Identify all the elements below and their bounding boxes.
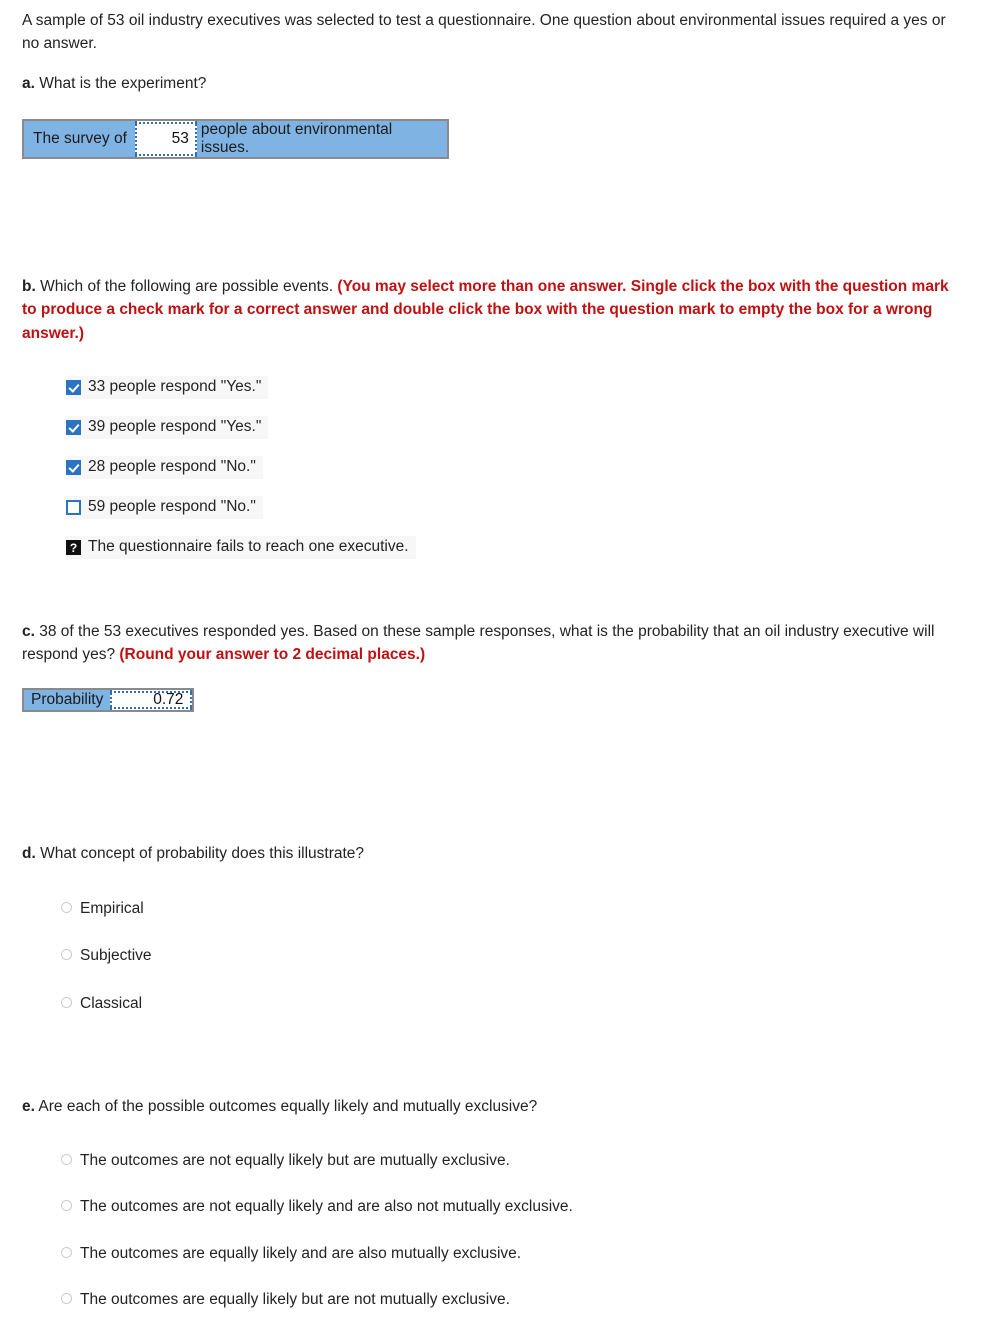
part-a-label: a. [22, 75, 35, 92]
radio-label: The outcomes are not equally likely but … [80, 1152, 510, 1169]
part-d-option-list: Empirical Subjective Classical [61, 898, 152, 1040]
radio-button-icon[interactable] [61, 996, 72, 1008]
part-b-label: b. [22, 278, 36, 295]
checkbox-row[interactable]: ? The questionnaire fails to reach one e… [66, 536, 416, 559]
checkbox-row[interactable]: 33 people respond "Yes." [66, 376, 269, 399]
radio-label: The outcomes are not equally likely and … [80, 1198, 573, 1216]
radio-label: The outcomes are equally likely and are … [80, 1244, 522, 1262]
radio-button-icon[interactable] [61, 1293, 72, 1305]
radio-label: Subjective [80, 947, 152, 965]
part-c-question: c. 38 of the 53 executives responded yes… [22, 621, 962, 667]
checkbox-row[interactable]: 28 people respond "No." [66, 456, 263, 479]
part-c-instruction: (Round your answer to 2 decimal places.) [119, 645, 426, 663]
checkbox-label: The questionnaire fails to reach one exe… [88, 538, 409, 556]
radio-button-icon[interactable] [61, 1154, 72, 1165]
checkbox-row[interactable]: 59 people respond "No." [66, 496, 263, 519]
radio-button-icon[interactable] [61, 1200, 72, 1212]
part-a-answer-strip: The survey of 53 people about environmen… [22, 119, 449, 159]
probability-input[interactable]: 0.72 [110, 690, 193, 710]
radio-button-icon[interactable] [61, 902, 72, 913]
part-d-question-text: What concept of probability does this il… [40, 845, 365, 862]
checkbox-row[interactable]: 39 people respond "Yes." [66, 416, 269, 439]
radio-button-icon[interactable] [61, 1246, 72, 1258]
part-c-answer-strip: Probability 0.72 [22, 688, 195, 712]
probability-label: Probability [31, 690, 104, 708]
part-b-question: b. Which of the following are possible e… [22, 275, 952, 345]
radio-row[interactable]: The outcomes are not equally likely but … [61, 1150, 573, 1172]
part-c-label: c. [22, 623, 35, 640]
problem-intro: A sample of 53 oil industry executives w… [22, 12, 946, 52]
radio-button-icon[interactable] [61, 949, 72, 961]
part-e-question: e. Are each of the possible outcomes equ… [22, 1096, 537, 1118]
part-b-question-text: Which of the following are possible even… [40, 278, 334, 295]
checkbox-label: 39 people respond "Yes." [88, 418, 262, 436]
checkbox-label: 33 people respond "Yes." [88, 378, 262, 396]
radio-row[interactable]: The outcomes are equally likely and are … [61, 1243, 573, 1265]
checkbox-empty-icon[interactable] [66, 500, 81, 515]
part-a-question: a. What is the experiment? [22, 73, 206, 95]
part-a-question-text: What is the experiment? [39, 75, 207, 92]
radio-label: The outcomes are equally likely but are … [80, 1291, 510, 1309]
part-e-question-text: Are each of the possible outcomes equall… [38, 1098, 538, 1115]
radio-row[interactable]: Classical [61, 993, 152, 1015]
part-a-suffix-text: people about environmental issues. [200, 120, 393, 156]
part-b-option-list: 33 people respond "Yes." 39 people respo… [66, 376, 666, 576]
part-d-label: d. [22, 845, 36, 862]
radio-label: Classical [80, 994, 143, 1012]
checkbox-label: 28 people respond "No." [88, 458, 256, 476]
checkbox-question-mark-icon[interactable]: ? [66, 540, 81, 555]
checkbox-checked-icon[interactable] [66, 420, 81, 435]
radio-label: Empirical [80, 900, 144, 917]
checkbox-checked-icon[interactable] [66, 380, 81, 395]
radio-row[interactable]: The outcomes are not equally likely and … [61, 1196, 573, 1218]
part-a-answer-input[interactable]: 53 [134, 121, 197, 157]
checkbox-label: 59 people respond "No." [88, 498, 256, 516]
radio-row[interactable]: Subjective [61, 945, 152, 967]
worksheet-page: A sample of 53 oil industry executives w… [0, 0, 986, 1328]
radio-row[interactable]: The outcomes are equally likely but are … [61, 1289, 573, 1311]
part-a-prefix-text: The survey of [33, 129, 127, 147]
radio-row[interactable]: Empirical [61, 898, 152, 920]
checkbox-checked-icon[interactable] [66, 460, 81, 475]
part-e-option-list: The outcomes are not equally likely but … [61, 1150, 573, 1336]
part-d-question: d. What concept of probability does this… [22, 843, 364, 865]
part-e-label: e. [22, 1098, 35, 1115]
